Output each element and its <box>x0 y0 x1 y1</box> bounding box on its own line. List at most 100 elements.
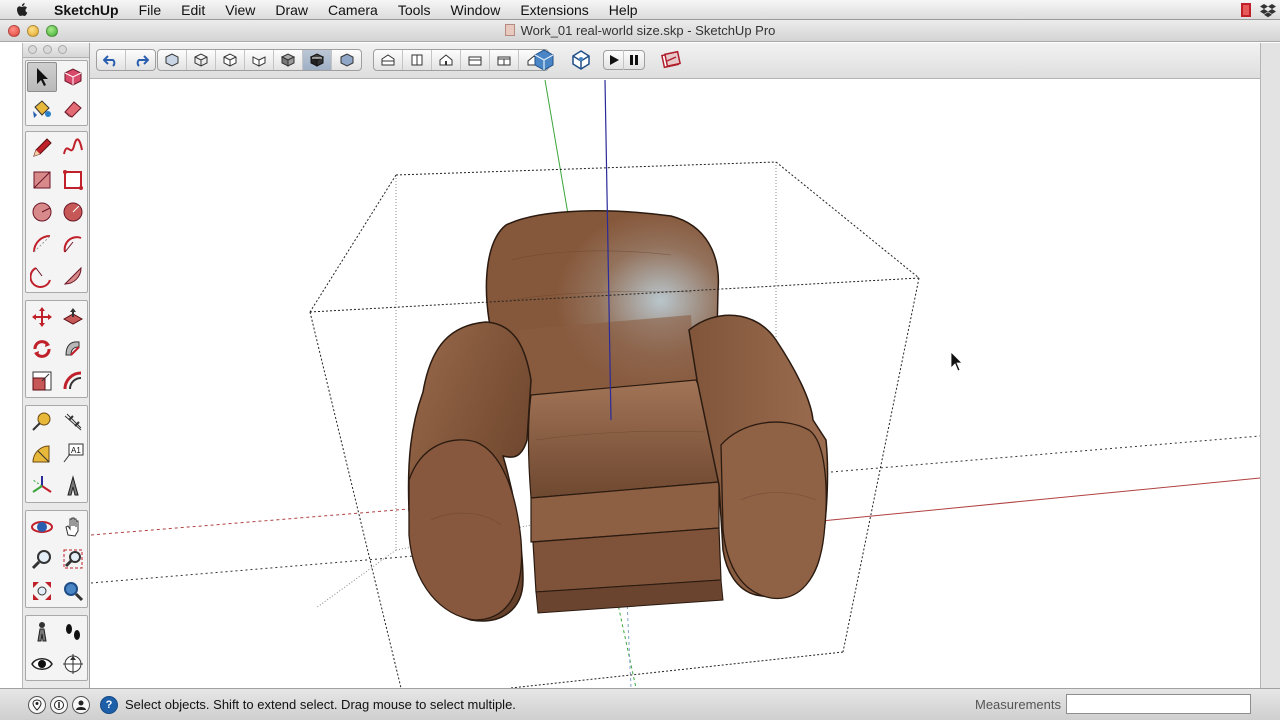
tape-measure-tool[interactable] <box>27 407 57 437</box>
section-plane-tool[interactable] <box>58 649 88 679</box>
back-edges-style-button[interactable] <box>332 50 361 70</box>
menu-file[interactable]: File <box>129 0 172 20</box>
monochrome-style-button[interactable] <box>303 50 332 70</box>
app-menu[interactable]: SketchUp <box>44 0 129 20</box>
eraser-icon <box>64 101 82 118</box>
red-axis-line <box>810 477 1260 523</box>
3d-text-tool[interactable] <box>58 471 88 501</box>
pause-button[interactable] <box>624 50 644 70</box>
paint-bucket-tool[interactable] <box>27 94 57 124</box>
armchair-model[interactable] <box>407 210 829 622</box>
undo-icon <box>103 55 116 67</box>
freehand-tool[interactable] <box>58 133 88 163</box>
menu-view[interactable]: View <box>215 0 265 20</box>
tape-measure-icon <box>32 412 51 431</box>
redo-button[interactable] <box>126 50 155 70</box>
zoom-tool[interactable] <box>27 544 57 574</box>
send-to-layout-button[interactable] <box>658 47 684 73</box>
top-toolbar <box>90 43 1260 79</box>
three-point-arc-tool[interactable] <box>27 261 57 291</box>
shaded-style-button[interactable] <box>245 50 274 70</box>
position-camera-tool[interactable] <box>27 617 57 647</box>
geolocation-icon[interactable] <box>28 696 46 714</box>
previous-view-tool[interactable] <box>58 576 88 606</box>
orbit-tool[interactable] <box>27 512 57 542</box>
text-tool[interactable]: A1 <box>58 439 88 469</box>
back-view-button[interactable] <box>490 50 519 70</box>
push-pull-tool[interactable] <box>58 302 88 332</box>
scene-canvas <box>91 80 1260 688</box>
palette-minimize-button[interactable] <box>43 45 52 54</box>
three-point-arc-icon <box>30 267 51 288</box>
iso-view-button[interactable] <box>374 50 403 70</box>
polygon-tool[interactable] <box>58 197 88 227</box>
eraser-tool[interactable] <box>58 94 88 124</box>
armchair-seat-cushion <box>527 379 720 499</box>
offset-tool[interactable] <box>58 366 88 396</box>
ground-dotted-far <box>830 435 1260 473</box>
top-view-button[interactable] <box>403 50 432 70</box>
circle-tool[interactable] <box>27 197 57 227</box>
shaded-textures-style-button[interactable] <box>274 50 303 70</box>
menu-help[interactable]: Help <box>599 0 648 20</box>
walk-tool[interactable] <box>58 617 88 647</box>
palette-close-button[interactable] <box>28 45 37 54</box>
xray-cube-icon <box>165 53 179 67</box>
dimension-tool[interactable] <box>58 407 88 437</box>
pan-tool[interactable] <box>58 512 88 542</box>
apple-menu-icon[interactable] <box>0 2 44 18</box>
menu-extras <box>1240 2 1276 18</box>
face-style-group <box>157 49 362 71</box>
extension-warehouse-button[interactable] <box>568 47 594 73</box>
move-tool[interactable] <box>27 302 57 332</box>
rectangle-tool[interactable] <box>27 165 57 195</box>
model-viewport[interactable] <box>91 80 1260 688</box>
menu-window[interactable]: Window <box>441 0 511 20</box>
make-component-tool[interactable] <box>58 62 88 92</box>
pencil-icon <box>33 138 52 157</box>
armchair-right-arm-front <box>720 421 827 600</box>
instructor-help-icon[interactable]: ? <box>100 696 118 714</box>
protractor-tool[interactable] <box>27 439 57 469</box>
xray-style-button[interactable] <box>158 50 187 70</box>
hidden-line-cube-icon <box>223 53 237 67</box>
menu-tools[interactable]: Tools <box>388 0 441 20</box>
palette-title-bar <box>23 43 89 58</box>
rotated-rectangle-tool[interactable] <box>58 165 88 195</box>
front-view-button[interactable] <box>432 50 461 70</box>
menu-edit[interactable]: Edit <box>171 0 215 20</box>
axes-tool[interactable] <box>27 471 57 501</box>
select-tool[interactable] <box>27 62 57 92</box>
scale-tool[interactable] <box>27 366 57 396</box>
move-arrows-icon <box>32 307 52 327</box>
follow-me-tool[interactable] <box>58 334 88 364</box>
dropbox-icon[interactable] <box>1260 2 1276 18</box>
play-button[interactable] <box>604 50 624 70</box>
menu-camera[interactable]: Camera <box>318 0 388 20</box>
palette-zoom-button[interactable] <box>58 45 67 54</box>
line-tool[interactable] <box>27 133 57 163</box>
flashcard-icon[interactable] <box>1240 2 1254 18</box>
look-around-tool[interactable] <box>27 649 57 679</box>
sign-in-user-icon[interactable] <box>72 696 90 714</box>
extension-cube-icon <box>572 50 590 70</box>
credits-icon[interactable] <box>50 696 68 714</box>
zoom-window-tool[interactable] <box>58 544 88 574</box>
hidden-line-style-button[interactable] <box>216 50 245 70</box>
rotate-tool[interactable] <box>27 334 57 364</box>
pie-tool[interactable] <box>58 261 88 291</box>
wireframe-style-button[interactable] <box>187 50 216 70</box>
right-view-button[interactable] <box>461 50 490 70</box>
measurements-input[interactable] <box>1066 694 1251 714</box>
menu-extensions[interactable]: Extensions <box>510 0 598 20</box>
offset-icon <box>63 371 82 390</box>
3d-text-icon <box>67 475 79 496</box>
zoom-extents-tool[interactable] <box>27 576 57 606</box>
two-point-arc-tool[interactable] <box>58 229 88 259</box>
undo-button[interactable] <box>97 50 126 70</box>
3d-warehouse-button[interactable] <box>531 47 557 73</box>
menu-draw[interactable]: Draw <box>265 0 318 20</box>
monochrome-cube-icon <box>309 53 325 67</box>
arc-tool[interactable] <box>27 229 57 259</box>
drawing-tools-group <box>25 131 88 293</box>
